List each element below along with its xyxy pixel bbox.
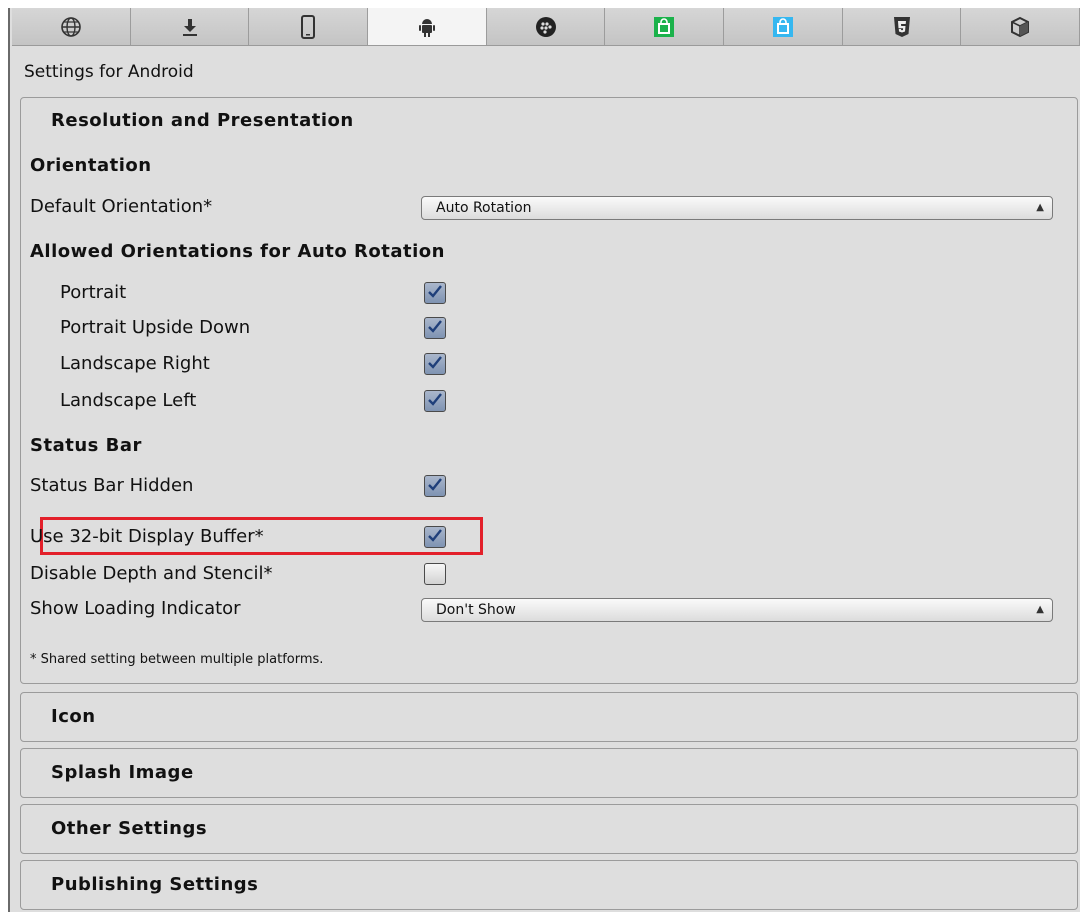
publishing-settings-panel-header[interactable]: Publishing Settings [21, 861, 1077, 909]
dropdown-arrows-icon: ▲ [1036, 202, 1044, 213]
other-settings-panel-header[interactable]: Other Settings [21, 805, 1077, 853]
tab-ios[interactable] [249, 8, 369, 45]
page-title: Settings for Android [24, 62, 194, 82]
publishing-settings-panel[interactable]: Publishing Settings [20, 860, 1078, 910]
blackberry-icon [535, 16, 557, 38]
show-loading-indicator-label: Show Loading Indicator [30, 598, 241, 619]
portrait-label: Portrait [60, 282, 127, 303]
other-settings-panel[interactable]: Other Settings [20, 804, 1078, 854]
status-bar-hidden-label: Status Bar Hidden [30, 475, 194, 496]
tab-blackberry[interactable] [486, 8, 606, 45]
tab-webgl[interactable] [842, 8, 962, 45]
shared-setting-footnote: * Shared setting between multiple platfo… [30, 652, 324, 667]
download-icon [180, 16, 200, 38]
tab-web-player[interactable] [12, 8, 131, 45]
resolution-presentation-header[interactable]: Resolution and Presentation [21, 98, 1077, 144]
loading-indicator-value: Don't Show [436, 602, 516, 618]
status-bar-heading: Status Bar [30, 435, 142, 456]
dropdown-arrows-icon: ▲ [1036, 604, 1044, 615]
windows-store-green-icon [653, 16, 675, 38]
status-bar-hidden-checkbox[interactable] [424, 475, 446, 497]
checkmark-icon [428, 478, 442, 491]
windows-store-blue-icon [772, 16, 794, 38]
android-icon [418, 16, 436, 38]
tab-samsung-tv[interactable] [961, 8, 1080, 45]
tab-windows-phone[interactable] [724, 8, 843, 45]
icon-panel[interactable]: Icon [20, 692, 1078, 742]
splash-image-panel[interactable]: Splash Image [20, 748, 1078, 798]
tab-android[interactable] [368, 8, 487, 45]
landscape-right-checkbox[interactable] [424, 353, 446, 375]
checkmark-icon [428, 320, 442, 333]
portrait-checkbox[interactable] [424, 282, 446, 304]
globe-icon [60, 16, 82, 38]
orientation-heading: Orientation [30, 155, 152, 176]
allowed-orientations-heading: Allowed Orientations for Auto Rotation [30, 241, 445, 262]
default-orientation-label: Default Orientation* [30, 196, 213, 217]
splash-image-panel-header[interactable]: Splash Image [21, 749, 1077, 797]
phone-icon [300, 14, 316, 39]
platform-tab-bar [12, 8, 1080, 46]
loading-indicator-dropdown[interactable]: Don't Show ▲ [421, 598, 1053, 622]
checkmark-icon [428, 529, 442, 542]
landscape-left-label: Landscape Left [60, 390, 197, 411]
landscape-left-checkbox[interactable] [424, 390, 446, 412]
icon-panel-header[interactable]: Icon [21, 693, 1077, 741]
use-32bit-display-buffer-label: Use 32-bit Display Buffer* [30, 526, 264, 547]
landscape-right-label: Landscape Right [60, 353, 210, 374]
tab-windows-store[interactable] [605, 8, 725, 45]
default-orientation-value: Auto Rotation [436, 200, 532, 216]
use-32bit-display-buffer-checkbox[interactable] [424, 526, 446, 548]
checkmark-icon [428, 393, 442, 406]
checkmark-icon [428, 356, 442, 369]
portrait-upside-down-label: Portrait Upside Down [60, 317, 251, 338]
disable-depth-stencil-label: Disable Depth and Stencil* [30, 563, 273, 584]
checkmark-icon [428, 285, 442, 298]
html5-icon [892, 16, 912, 38]
tab-standalone[interactable] [130, 8, 250, 45]
default-orientation-dropdown[interactable]: Auto Rotation ▲ [421, 196, 1053, 220]
disable-depth-stencil-checkbox[interactable] [424, 563, 446, 585]
portrait-upside-down-checkbox[interactable] [424, 317, 446, 339]
unity-cube-icon [1009, 16, 1031, 38]
